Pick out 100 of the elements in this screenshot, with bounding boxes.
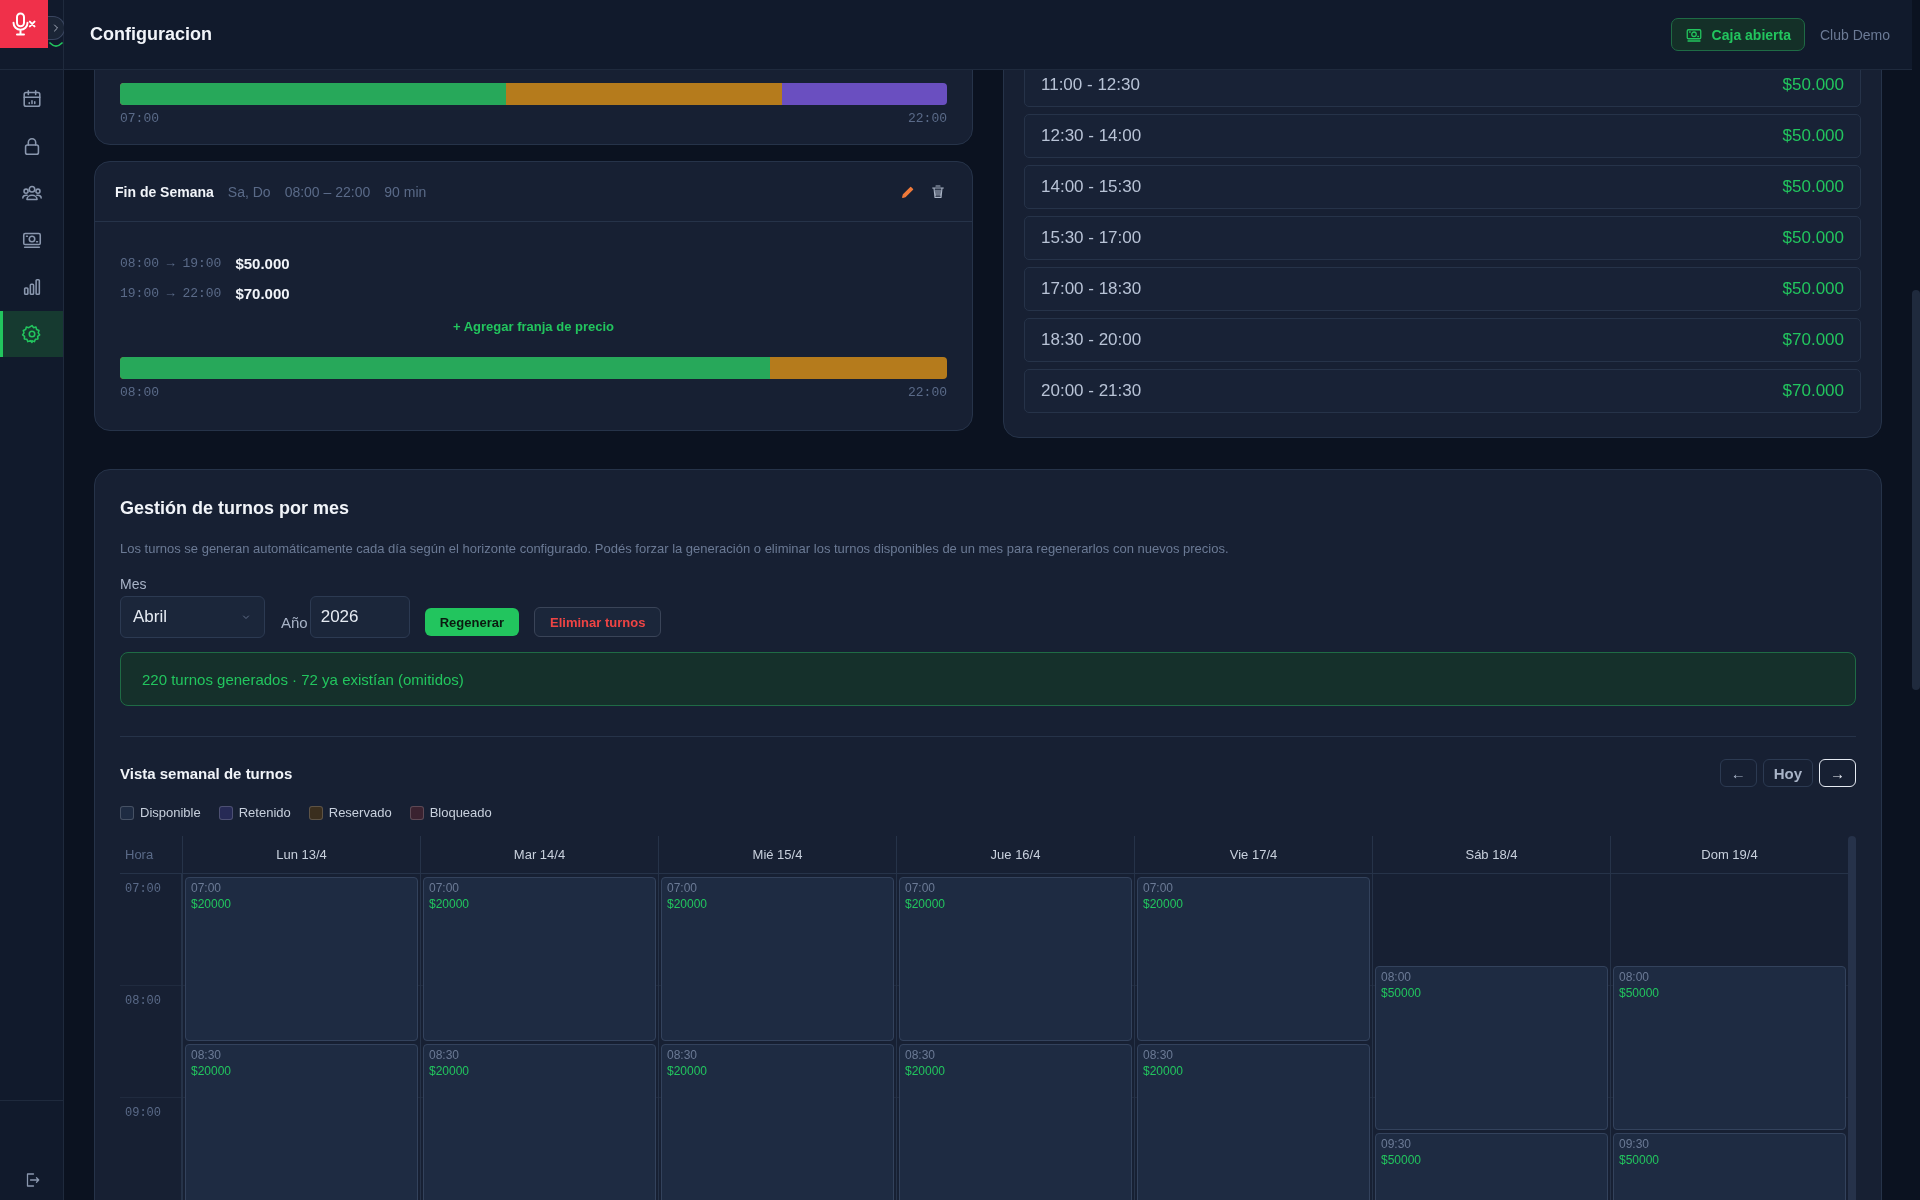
slot-time: 08:00 <box>1381 970 1413 984</box>
column-header: Hora <box>120 836 182 874</box>
schedule-hours: 08:00 – 22:00 <box>284 183 371 200</box>
slot-price: $50000 <box>1619 986 1661 1000</box>
time-slot[interactable]: 08:30 $20000 <box>185 1044 418 1200</box>
trash-icon <box>930 183 946 200</box>
time-slot[interactable]: 08:00 $50000 <box>1613 966 1846 1130</box>
time-slot[interactable]: 09:30 $50000 <box>1613 1133 1846 1200</box>
slot-price: $50.000 <box>1782 228 1844 248</box>
result-banner: 220 turnos generados · 72 ya existían (omitidos) <box>120 652 1856 706</box>
month-dropdown[interactable]: Abril <box>120 596 265 638</box>
week-nav-button[interactable]: ← <box>1719 759 1757 787</box>
hour-label: 08:00 <box>120 986 181 1098</box>
slot-price: $20000 <box>429 897 471 911</box>
week-nav-button[interactable]: Hoy <box>1762 759 1813 787</box>
time-slot[interactable]: 07:00 $20000 <box>1137 877 1370 1041</box>
time-slot[interactable]: 08:30 $20000 <box>661 1044 894 1200</box>
start-time: 07:00 <box>120 111 159 126</box>
slot-time: 15:30 - 17:00 <box>1041 228 1142 248</box>
hour-label: 07:00 <box>120 874 181 986</box>
sidebar-item[interactable] <box>0 311 63 357</box>
slot-price: $50.000 <box>1782 279 1844 299</box>
time-slot[interactable]: 08:00 $50000 <box>1375 966 1608 1130</box>
end-time: 22:00 <box>908 385 947 400</box>
slot-time: 08:30 <box>191 1048 223 1062</box>
slot-time: 07:00 <box>1143 881 1175 895</box>
delete-button[interactable] <box>930 183 946 200</box>
hour-label: 09:00 <box>120 1098 181 1200</box>
slot-price: $50.000 <box>1782 75 1844 95</box>
slot-price: $20000 <box>191 897 233 911</box>
scrollbar-thumb[interactable] <box>1912 290 1920 690</box>
regenerate-button[interactable]: Regenerar <box>424 608 519 636</box>
slot-price: $20000 <box>1143 897 1185 911</box>
slot-price: $50000 <box>1381 1153 1423 1167</box>
legend-label: Bloqueado <box>429 805 492 820</box>
slot-price: $20000 <box>905 1064 947 1078</box>
time-slot[interactable]: 08:30 $20000 <box>1137 1044 1370 1200</box>
muted-microphone-button[interactable] <box>0 0 48 48</box>
field-label: Mes <box>120 576 148 592</box>
time-slot[interactable]: 08:30 $20000 <box>899 1044 1132 1200</box>
section-description: Los turnos se generan automáticamente cada día según el horizonte configurado. Podés forzar la generación o eliminar los turnos disponibles de un mes para regenerarlos con nuevos precios. <box>120 541 1230 556</box>
slot-price: $70.000 <box>1782 381 1844 401</box>
time-slot[interactable]: 07:00 $20000 <box>899 877 1132 1041</box>
slot-price: $20000 <box>667 897 709 911</box>
slot-time: 08:30 <box>905 1048 937 1062</box>
slot-price: $20000 <box>191 1064 233 1078</box>
slot-time: 08:30 <box>1143 1048 1175 1062</box>
calendar-icon <box>20 88 43 110</box>
page-title: Configuracion <box>90 24 213 45</box>
slot-price: $70.000 <box>1782 330 1844 350</box>
slot-time: 14:00 - 15:30 <box>1041 177 1142 197</box>
start-time: 08:00 <box>120 385 159 400</box>
year-field[interactable]: 2026 <box>309 596 410 638</box>
schedule-name: Fin de Semana <box>115 183 214 200</box>
slot-time: 08:30 <box>667 1048 699 1062</box>
slot-time: 12:30 - 14:00 <box>1041 126 1142 146</box>
slot-duration: 90 min <box>384 183 427 200</box>
slot-price: $50000 <box>1619 1153 1661 1167</box>
time-slot[interactable]: 07:00 $20000 <box>185 877 418 1041</box>
slot-time: 18:30 - 20:00 <box>1041 330 1142 350</box>
slot-time: 09:30 <box>1619 1137 1651 1151</box>
club-name: Club Demo <box>1819 26 1890 43</box>
slot-price: $50.000 <box>1782 126 1844 146</box>
time-slot[interactable]: 07:00 $20000 <box>423 877 656 1041</box>
cash-register-button[interactable]: Caja abierta <box>1670 18 1805 51</box>
add-price-band-link[interactable]: + Agregar franja de precio <box>447 318 620 335</box>
slot-time: 20:00 - 21:30 <box>1041 381 1142 401</box>
time-slot[interactable]: 08:30 $20000 <box>423 1044 656 1200</box>
legend-label: Disponible <box>140 805 201 820</box>
slot-time: 08:00 <box>1619 970 1651 984</box>
muted-microphone-icon <box>10 11 38 37</box>
slot-price: $20000 <box>667 1064 709 1078</box>
week-nav-button[interactable]: → <box>1819 759 1856 787</box>
price: $50.000 <box>235 254 290 272</box>
slot-time: 08:30 <box>429 1048 461 1062</box>
field-label: Año <box>281 612 308 631</box>
section-title: Gestión de turnos por mes <box>120 498 351 519</box>
slot-time: 11:00 - 12:30 <box>1041 75 1140 95</box>
legend-label: Retenido <box>238 805 291 820</box>
slot-time: 07:00 <box>667 881 699 895</box>
delete-slots-button[interactable]: Eliminar turnos <box>534 607 662 637</box>
time-range: 19:00 → 22:00 <box>120 285 222 301</box>
slot-price: $50.000 <box>1782 177 1844 197</box>
time-range: 08:00 → 19:00 <box>120 255 222 271</box>
slot-price: $20000 <box>905 897 947 911</box>
slot-price: $20000 <box>1143 1064 1185 1078</box>
legend-label: Reservado <box>328 805 392 820</box>
slot-time: 07:00 <box>191 881 223 895</box>
settings-icon <box>20 323 43 345</box>
section-title: Vista semanal de turnos <box>120 764 294 782</box>
slot-time: 07:00 <box>905 881 937 895</box>
slot-time: 17:00 - 18:30 <box>1041 279 1142 299</box>
slot-price: $50000 <box>1381 986 1423 1000</box>
time-slot[interactable]: 07:00 $20000 <box>661 877 894 1041</box>
time-slot[interactable]: 09:30 $50000 <box>1375 1133 1608 1200</box>
slot-time: 09:30 <box>1381 1137 1413 1151</box>
slot-price: $20000 <box>429 1064 471 1078</box>
slot-time: 07:00 <box>429 881 461 895</box>
schedule-days: Sa, Do <box>227 183 271 200</box>
end-time: 22:00 <box>908 111 947 126</box>
